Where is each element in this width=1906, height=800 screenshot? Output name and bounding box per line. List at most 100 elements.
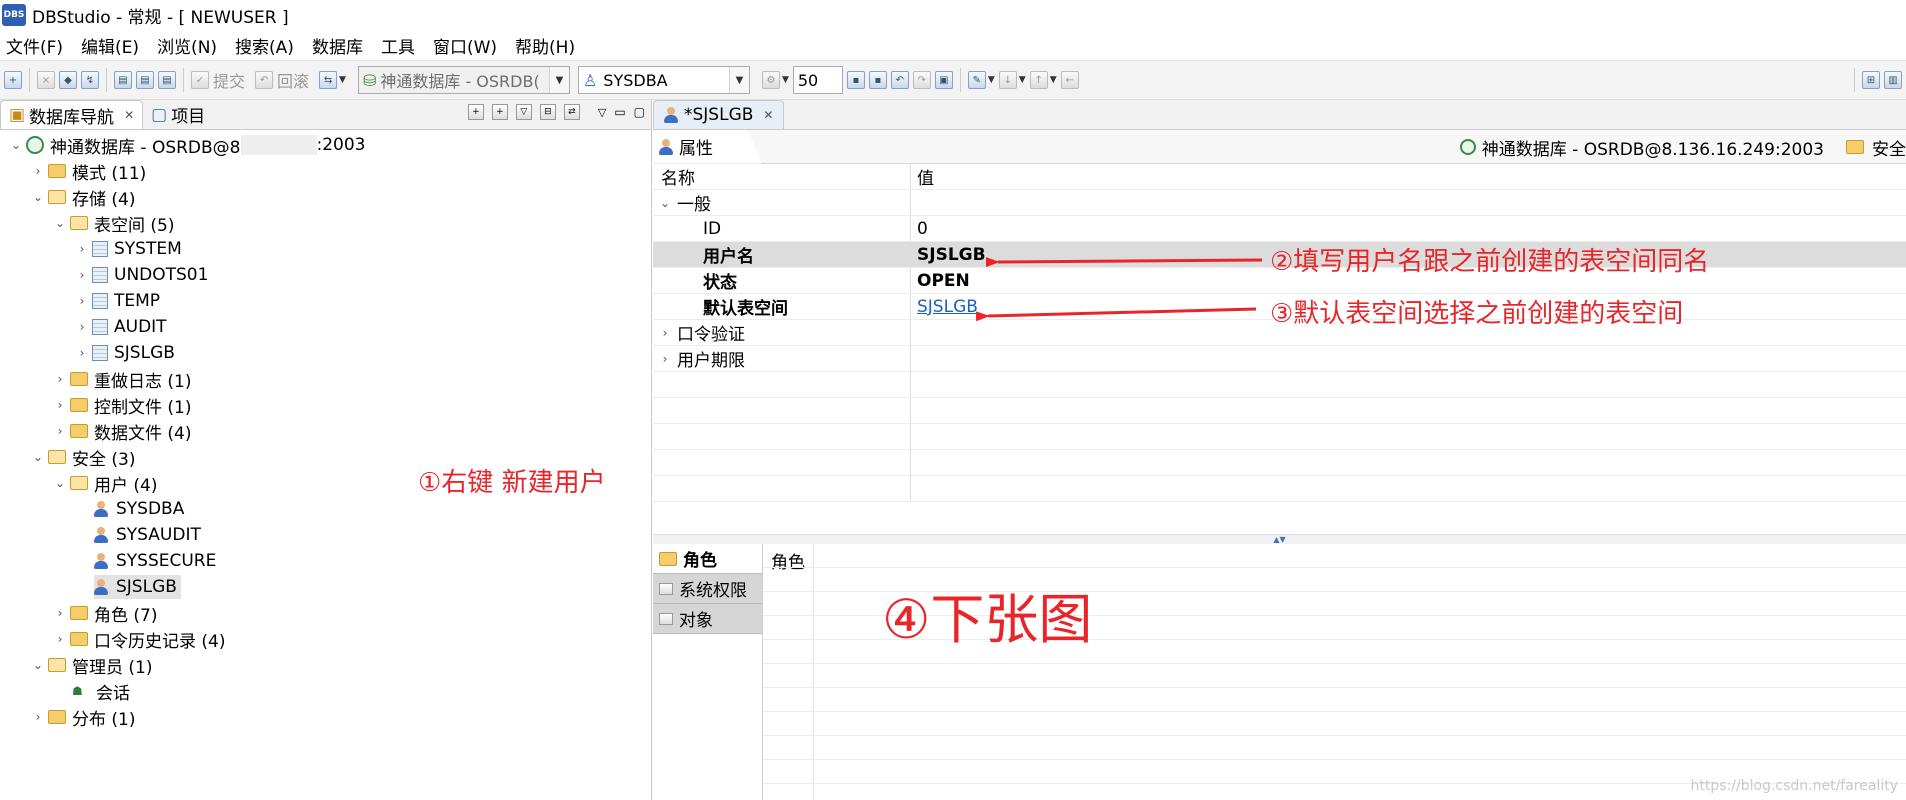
- chevron-down-icon[interactable]: ⌄: [28, 190, 48, 204]
- chevron-right-icon[interactable]: ›: [50, 372, 70, 386]
- invalidate-icon[interactable]: ↯: [81, 71, 99, 89]
- menu-search[interactable]: 搜索(A): [235, 33, 294, 58]
- format-icon[interactable]: ⚙: [761, 71, 780, 89]
- tree-node-tablespace-audit[interactable]: › AUDIT: [0, 314, 651, 340]
- chevron-down-icon[interactable]: ⌄: [28, 450, 48, 464]
- tree-node-storage[interactable]: ⌄ 存储 (4): [0, 184, 651, 210]
- group-user-limit[interactable]: › 用户期限: [653, 346, 1906, 372]
- tree-node-user-sysaudit[interactable]: SYSAUDIT: [0, 522, 651, 548]
- chevron-down-icon[interactable]: ⌄: [50, 216, 70, 230]
- tree-node-user-sysdba[interactable]: SYSDBA: [0, 496, 651, 522]
- split-sash[interactable]: ▲▼: [653, 534, 1906, 544]
- new-connection-icon[interactable]: +: [4, 71, 22, 89]
- minimize-icon[interactable]: ▭: [614, 105, 625, 119]
- menu-edit[interactable]: 编辑(E): [81, 33, 139, 58]
- next-annotation-icon[interactable]: ↓: [998, 71, 1017, 89]
- tab-system-privileges[interactable]: 系统权限: [653, 574, 762, 604]
- commit-icon[interactable]: ✓: [191, 71, 209, 89]
- close-icon[interactable]: ✕: [124, 108, 134, 122]
- link-editor-icon[interactable]: ⇄: [563, 104, 580, 120]
- tab-properties[interactable]: 属性: [653, 129, 763, 164]
- chevron-down-icon[interactable]: ⌄: [653, 196, 677, 210]
- table-row[interactable]: ID 0: [653, 216, 1906, 242]
- tree-node-roles[interactable]: › 角色 (7): [0, 600, 651, 626]
- menu-database[interactable]: 数据库: [312, 33, 363, 58]
- chevron-down-icon[interactable]: ▼: [782, 75, 789, 85]
- chevron-right-icon[interactable]: ›: [72, 320, 92, 334]
- default-tablespace-link[interactable]: SJSLGB: [917, 297, 978, 317]
- tab-project[interactable]: ▢ 项目: [143, 100, 213, 129]
- result-limit-field[interactable]: 50: [792, 66, 843, 94]
- database-selector[interactable]: ⛁ 神通数据库 - OSRDB( ▼: [357, 66, 570, 94]
- collapse-all-icon[interactable]: ⊟: [539, 104, 556, 120]
- menu-tools[interactable]: 工具: [381, 33, 415, 58]
- clipboard-icon[interactable]: ▣: [934, 71, 953, 89]
- tree-node-user-sjslgb[interactable]: SJSLGB: [0, 574, 651, 600]
- tab-objects[interactable]: 对象: [653, 604, 762, 634]
- chevron-down-icon[interactable]: ⌄: [28, 658, 48, 672]
- previous-annotation-icon[interactable]: ↑: [1029, 71, 1048, 89]
- menu-help[interactable]: 帮助(H): [515, 33, 575, 58]
- tree-node-schema[interactable]: › 模式 (11): [0, 158, 651, 184]
- back-icon[interactable]: ←: [1060, 71, 1079, 89]
- tree-node-tablespace-temp[interactable]: › TEMP: [0, 288, 651, 314]
- chevron-right-icon[interactable]: ›: [28, 164, 48, 178]
- chevron-right-icon[interactable]: ›: [72, 346, 92, 360]
- commit-button[interactable]: 提交: [213, 68, 245, 92]
- new-sql-script-icon[interactable]: ▤: [136, 71, 154, 89]
- tree-node-distribution[interactable]: › 分布 (1): [0, 704, 651, 730]
- tab-sjslgb-editor[interactable]: *SJSLGB ✕: [653, 100, 785, 129]
- tree-node-data-file[interactable]: › 数据文件 (4): [0, 418, 651, 444]
- perspective-icon[interactable]: ▥: [1884, 71, 1902, 89]
- tree-node-root[interactable]: ⌄ 神通数据库 - OSRDB@8:2003: [0, 132, 651, 158]
- menu-window[interactable]: 窗口(W): [433, 33, 497, 58]
- chevron-down-icon[interactable]: ▼: [339, 75, 346, 85]
- maximize-icon[interactable]: ▢: [634, 105, 645, 119]
- tree-node-control-file[interactable]: › 控制文件 (1): [0, 392, 651, 418]
- chevron-down-icon[interactable]: ▼: [1050, 75, 1057, 85]
- filter-icon[interactable]: ▽: [515, 104, 532, 120]
- save-icon[interactable]: ▪: [846, 71, 865, 89]
- chevron-right-icon[interactable]: ›: [50, 606, 70, 620]
- chevron-right-icon[interactable]: ›: [653, 326, 677, 340]
- chevron-down-icon[interactable]: ▼: [988, 75, 995, 85]
- tree-node-tablespace[interactable]: ⌄ 表空间 (5): [0, 210, 651, 236]
- transaction-mode-icon[interactable]: ⇆: [319, 71, 338, 89]
- chevron-right-icon[interactable]: ›: [72, 294, 92, 308]
- chevron-down-icon[interactable]: ▼: [1019, 75, 1026, 85]
- tree-node-password-history[interactable]: › 口令历史记录 (4): [0, 626, 651, 652]
- redo-icon[interactable]: ↷: [912, 71, 931, 89]
- disconnect-icon[interactable]: ×: [37, 71, 55, 89]
- chevron-down-icon[interactable]: ⌄: [50, 476, 70, 490]
- save-as-icon[interactable]: ▪: [868, 71, 887, 89]
- group-general[interactable]: ⌄ 一般: [653, 190, 1906, 216]
- close-icon[interactable]: ✕: [763, 108, 773, 122]
- tree-node-session[interactable]: ☗ 会话: [0, 678, 651, 704]
- new-connection-icon[interactable]: +: [467, 104, 484, 120]
- chevron-right-icon[interactable]: ›: [50, 424, 70, 438]
- tree-node-tablespace-system[interactable]: › SYSTEM: [0, 236, 651, 262]
- chevron-right-icon[interactable]: ›: [28, 710, 48, 724]
- tree-node-tablespace-sjslgb[interactable]: › SJSLGB: [0, 340, 651, 366]
- pin-icon[interactable]: ✎: [967, 71, 986, 89]
- open-perspective-icon[interactable]: ⊞: [1862, 71, 1880, 89]
- tree-node-tablespace-undots01[interactable]: › UNDOTS01: [0, 262, 651, 288]
- menu-file[interactable]: 文件(F): [6, 33, 63, 58]
- chevron-down-icon[interactable]: ▼: [548, 67, 569, 93]
- add-icon[interactable]: +: [491, 104, 508, 120]
- chevron-down-icon[interactable]: ⌄: [6, 138, 26, 152]
- schema-user-selector[interactable]: ♙ SYSDBA ▼: [577, 66, 750, 94]
- chevron-right-icon[interactable]: ›: [72, 268, 92, 282]
- rollback-icon[interactable]: ↶: [255, 71, 274, 89]
- tab-database-navigator[interactable]: ▣ 数据库导航 ✕: [0, 100, 144, 129]
- connect-icon[interactable]: ◆: [59, 71, 77, 89]
- chevron-right-icon[interactable]: ›: [653, 352, 677, 366]
- chevron-right-icon[interactable]: ›: [50, 398, 70, 412]
- tab-roles[interactable]: 角色: [653, 544, 762, 574]
- rollback-button[interactable]: 回滚: [277, 68, 309, 92]
- open-sql-script-icon[interactable]: ▤: [158, 71, 176, 89]
- undo-icon[interactable]: ↶: [890, 71, 909, 89]
- sql-editor-icon[interactable]: ▤: [114, 71, 132, 89]
- menu-browse[interactable]: 浏览(N): [157, 33, 217, 58]
- tree-node-redo-log[interactable]: › 重做日志 (1): [0, 366, 651, 392]
